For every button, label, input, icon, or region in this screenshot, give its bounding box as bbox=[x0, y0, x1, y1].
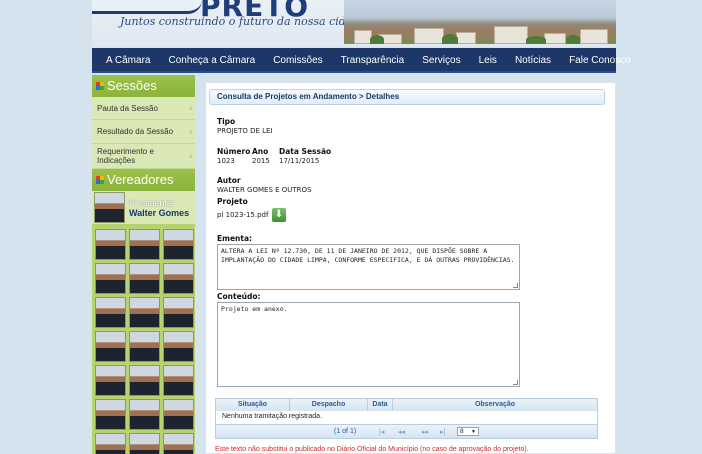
president-photo bbox=[94, 192, 125, 223]
councillor-photo[interactable] bbox=[163, 297, 194, 328]
last-page-icon[interactable]: ▸| bbox=[440, 428, 445, 436]
column-header-data[interactable]: Data bbox=[368, 399, 393, 411]
nav-transparencia[interactable]: Transparência bbox=[332, 48, 414, 71]
chevron-right-icon: › bbox=[189, 103, 192, 113]
tipo-label: Tipo bbox=[217, 117, 236, 126]
nav-fale-conosco[interactable]: Fale Conosco bbox=[560, 48, 640, 71]
nav-servicos[interactable]: Serviços bbox=[413, 48, 469, 71]
sidebar-item-resultado-da-sessao[interactable]: Resultado da Sessão › bbox=[92, 120, 195, 144]
numero-label: Número bbox=[217, 147, 251, 156]
councillor-photo[interactable] bbox=[129, 297, 160, 328]
councillor-photo[interactable] bbox=[95, 297, 126, 328]
chevron-down-icon: ▼ bbox=[471, 429, 476, 435]
numero-value: 1023 bbox=[217, 157, 235, 165]
councillor-photo[interactable] bbox=[129, 433, 160, 454]
header-city-photo bbox=[344, 0, 616, 44]
councillor-photo[interactable] bbox=[95, 229, 126, 260]
nav-leis[interactable]: Leis bbox=[470, 48, 506, 71]
ementa-text: ALTERA A LEI Nº 12.730, DE 11 DE JANEIRO… bbox=[221, 247, 515, 264]
ementa-textarea[interactable]: ALTERA A LEI Nº 12.730, DE 11 DE JANEIRO… bbox=[217, 244, 520, 290]
conteudo-label: Conteúdo: bbox=[217, 292, 261, 301]
main-nav: A Câmara Conheça a Câmara Comissões Tran… bbox=[92, 48, 631, 73]
councillor-photo[interactable] bbox=[163, 399, 194, 430]
section-bullet-icon bbox=[96, 82, 104, 90]
prev-page-icon[interactable]: ◂◂ bbox=[398, 428, 405, 436]
column-header-despacho[interactable]: Despacho bbox=[290, 399, 368, 411]
councillor-photo[interactable] bbox=[163, 365, 194, 396]
councillor-photo[interactable] bbox=[95, 331, 126, 362]
councillor-photo[interactable] bbox=[163, 263, 194, 294]
president-card[interactable]: Presidente: Walter Gomes bbox=[92, 191, 195, 226]
autor-value: WALTER GOMES E OUTROS bbox=[217, 186, 312, 194]
nav-comissoes[interactable]: Comissões bbox=[264, 48, 331, 71]
site-slogan: Juntos construindo o futuro da nossa cid… bbox=[120, 15, 366, 28]
president-name: Walter Gomes bbox=[129, 207, 190, 218]
nav-conheca-a-camara[interactable]: Conheça a Câmara bbox=[159, 48, 264, 71]
column-header-observacao[interactable]: Observação bbox=[393, 399, 597, 411]
sidebar-item-label: Resultado da Sessão bbox=[97, 127, 174, 136]
data-sessao-label: Data Sessão bbox=[279, 147, 332, 156]
councillors-grid bbox=[92, 226, 195, 454]
tramitacao-table: Situação Despacho Data Observação Nenhum… bbox=[215, 398, 598, 439]
vereadores-header: Vereadores bbox=[92, 169, 195, 191]
sidebar-item-pauta-da-sessao[interactable]: Pauta da Sessão › bbox=[92, 97, 195, 120]
resize-grip-icon[interactable] bbox=[513, 380, 518, 385]
next-page-icon[interactable]: ▸▸ bbox=[422, 428, 429, 436]
sidebar-item-label: Pauta da Sessão bbox=[97, 104, 158, 113]
chevron-right-icon: › bbox=[189, 151, 192, 161]
ano-value: 2015 bbox=[252, 157, 270, 165]
table-header-row: Situação Despacho Data Observação bbox=[216, 399, 597, 411]
nav-a-camara[interactable]: A Câmara bbox=[92, 48, 159, 71]
councillor-photo[interactable] bbox=[163, 433, 194, 454]
pager-info: (1 of 1) bbox=[334, 428, 357, 435]
rows-per-page-select[interactable]: 8 ▼ bbox=[457, 427, 479, 436]
sidebar-item-requerimento-e-indicacoes[interactable]: Requerimento e Indicações › bbox=[92, 144, 195, 169]
projeto-label: Projeto bbox=[217, 197, 248, 206]
ementa-label: Ementa: bbox=[217, 234, 253, 243]
table-row: Nenhuma tramitação registrada. bbox=[216, 411, 597, 424]
councillor-photo[interactable] bbox=[129, 229, 160, 260]
councillor-photo[interactable] bbox=[95, 399, 126, 430]
resize-grip-icon[interactable] bbox=[513, 283, 518, 288]
councillor-photo[interactable] bbox=[95, 365, 126, 396]
section-bullet-icon bbox=[96, 176, 104, 184]
project-details-panel: Consulta de Projetos em Andamento > Deta… bbox=[205, 82, 616, 454]
chevron-right-icon: › bbox=[189, 126, 192, 136]
data-sessao-value: 17/11/2015 bbox=[279, 157, 320, 165]
ano-label: Ano bbox=[252, 147, 269, 156]
sessoes-title: Sessões bbox=[107, 78, 157, 93]
nav-noticias[interactable]: Notícias bbox=[506, 48, 560, 71]
first-page-icon[interactable]: |◂ bbox=[379, 428, 384, 436]
disclaimer-text: Este texto não substitui o publicado no … bbox=[215, 446, 529, 453]
tipo-value: PROJETO DE LEI bbox=[217, 127, 273, 135]
sidebar: Sessões Pauta da Sessão › Resultado da S… bbox=[92, 75, 195, 454]
conteudo-text: Projeto em anexo. bbox=[221, 305, 288, 313]
councillor-photo[interactable] bbox=[95, 433, 126, 454]
sessoes-header: Sessões bbox=[92, 75, 195, 97]
councillor-photo[interactable] bbox=[129, 331, 160, 362]
councillor-photo[interactable] bbox=[129, 365, 160, 396]
empty-table-message: Nenhuma tramitação registrada. bbox=[222, 413, 322, 420]
breadcrumb[interactable]: Consulta de Projetos em Andamento > Deta… bbox=[209, 89, 605, 105]
councillor-photo[interactable] bbox=[163, 331, 194, 362]
vereadores-title: Vereadores bbox=[107, 172, 174, 187]
councillor-photo[interactable] bbox=[163, 229, 194, 260]
download-icon[interactable]: ⬇ bbox=[272, 208, 286, 222]
sidebar-item-label: Requerimento e Indicações bbox=[97, 147, 154, 165]
councillor-photo[interactable] bbox=[129, 399, 160, 430]
site-header: PRETO Juntos construindo o futuro da nos… bbox=[92, 0, 616, 47]
president-label: Presidente: bbox=[129, 197, 175, 208]
logo-swoosh bbox=[92, 0, 202, 14]
autor-label: Autor bbox=[217, 176, 241, 185]
councillor-photo[interactable] bbox=[95, 263, 126, 294]
projeto-file-link[interactable]: pl 1023-15.pdf bbox=[217, 211, 268, 219]
column-header-situacao[interactable]: Situação bbox=[216, 399, 290, 411]
table-paginator: (1 of 1) |◂ ◂◂ ▸▸ ▸| 8 ▼ bbox=[216, 424, 597, 438]
rows-per-page-value: 8 bbox=[460, 428, 464, 435]
councillor-photo[interactable] bbox=[129, 263, 160, 294]
conteudo-textarea[interactable]: Projeto em anexo. bbox=[217, 302, 520, 387]
